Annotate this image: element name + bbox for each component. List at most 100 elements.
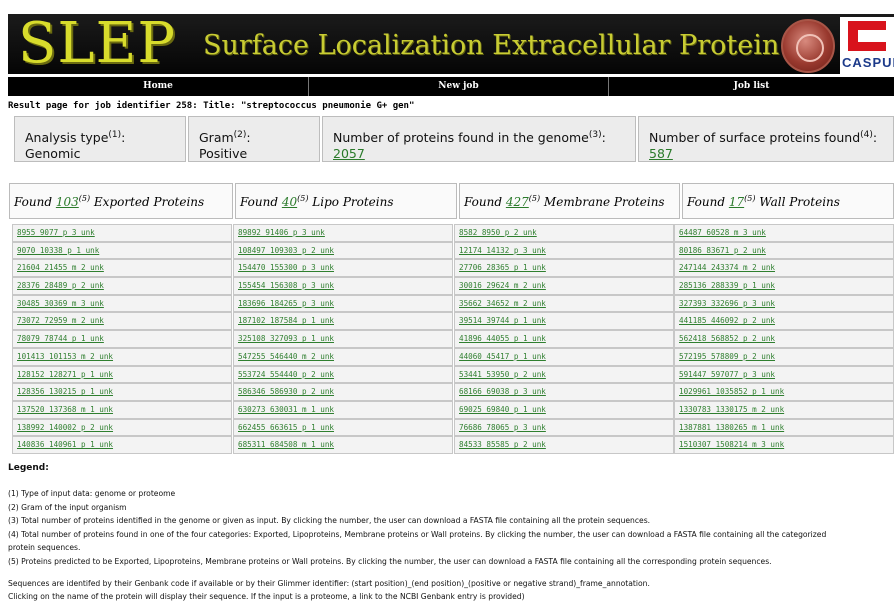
protein-link[interactable]: 27706_28365_p_1_unk [459, 263, 546, 272]
footnote-ref: (5) [297, 194, 309, 203]
label-colon: : [246, 130, 251, 146]
protein-cell: 1029961_1035852_p_1_unk [674, 383, 894, 401]
protein-link[interactable]: 155454_156308_p_3_unk [238, 281, 334, 290]
wall-proteins-list: 64487_60528_m_3_unk 80186_83671_p_2_unk 24… [674, 224, 894, 454]
protein-link[interactable]: 28376_28489_p_2_unk [17, 281, 104, 290]
protein-link[interactable]: 64487_60528_m_3_unk [679, 228, 766, 237]
protein-link[interactable]: 21604_21455_m_2_unk [17, 263, 104, 272]
protein-cell: 12174_14132_p_3_unk [454, 241, 674, 260]
protein-link[interactable]: 562418_568852_p_2_unk [679, 334, 775, 343]
slep-logo: SLEP [18, 14, 177, 74]
protein-cell: 8955_9077_p_3_unk [12, 224, 232, 242]
nav-new-job[interactable]: New job [309, 77, 608, 96]
protein-cell: 247144_243374_m_2_unk [674, 259, 894, 278]
protein-link[interactable]: 327393_332696_p_3_unk [679, 299, 775, 308]
protein-cell: 78079_78744_p_1_unk [12, 330, 232, 348]
protein-link[interactable]: 547255_546440_m_2_unk [238, 352, 334, 361]
protein-link[interactable]: 128152_128271_p_1_unk [17, 370, 113, 379]
protein-link[interactable]: 685311_684508_m_1_unk [238, 440, 334, 449]
protein-cell: 138992_140002_p_2_unk [12, 418, 232, 437]
protein-link[interactable]: 285136_288339_p_1_unk [679, 281, 775, 290]
protein-link[interactable]: 84533_85585_p_2_unk [459, 440, 546, 449]
protein-link[interactable]: 80186_83671_p_2_unk [679, 246, 766, 255]
protein-link[interactable]: 1029961_1035852_p_1_unk [679, 387, 784, 396]
footnote-ref: (5) [744, 194, 756, 203]
protein-link[interactable]: 108497_109303_p_2_unk [238, 246, 334, 255]
legend-line: (3) Total number of proteins identified … [8, 516, 651, 526]
protein-link[interactable]: 154470_155300_p_3_unk [238, 263, 334, 272]
label-colon: : [872, 130, 878, 146]
protein-link[interactable]: 137520_137368_m_1_unk [17, 405, 113, 414]
protein-link[interactable]: 630273_630031_m_1_unk [238, 405, 334, 414]
protein-link[interactable]: 39514_39744_p_1_unk [459, 316, 546, 325]
category-label: Wall Proteins [755, 195, 840, 209]
protein-link[interactable]: 572195_578809_p_2_unk [679, 352, 775, 361]
protein-link[interactable]: 183696_184265_p_3_unk [238, 299, 334, 308]
protein-cell: 84533_85585_p_2_unk [454, 436, 674, 454]
protein-cell: 553724_554440_p_2_unk [233, 365, 453, 384]
protein-link[interactable]: 1510307_1508214_m_3_unk [679, 440, 784, 449]
protein-link[interactable]: 187102_187584_p_1_unk [238, 316, 334, 325]
membrane-proteins-header: Found 427(5) Membrane Proteins [459, 183, 680, 219]
protein-link[interactable]: 138992_140002_p_2_unk [17, 423, 113, 432]
university-seal-icon [781, 19, 835, 73]
protein-link[interactable]: 73072_72959_m_2_unk [17, 316, 104, 325]
caspur-mark-icon [848, 21, 886, 51]
protein-cell: 586346_586930_p_2_unk [233, 383, 453, 401]
protein-cell: 128152_128271_p_1_unk [12, 365, 232, 384]
protein-link[interactable]: 140836_140961_p_1_unk [17, 440, 113, 449]
protein-link[interactable]: 586346_586930_p_2_unk [238, 387, 334, 396]
protein-link[interactable]: 12174_14132_p_3_unk [459, 246, 546, 255]
category-label: Lipo Proteins [308, 195, 394, 209]
protein-link[interactable]: 8955_9077_p_3_unk [17, 228, 95, 237]
wall-count-link[interactable]: 17 [729, 195, 744, 209]
protein-link[interactable]: 89892_91406_p_3_unk [238, 228, 325, 237]
genome-proteins-count-link[interactable]: 2057 [333, 146, 365, 161]
nav-home[interactable]: Home [8, 77, 308, 96]
protein-link[interactable]: 69025_69840_p_1_unk [459, 405, 546, 414]
protein-link[interactable]: 591447_597077_p_3_unk [679, 370, 775, 379]
protein-link[interactable]: 44060_45417_p_1_unk [459, 352, 546, 361]
protein-link[interactable]: 30016_29624_m_2_unk [459, 281, 546, 290]
protein-link[interactable]: 441185_446092_p_2_unk [679, 316, 775, 325]
protein-cell: 41896_44055_p_1_unk [454, 330, 674, 348]
analysis-type-value: Genomic [25, 146, 81, 162]
protein-link[interactable]: 553724_554440_p_2_unk [238, 370, 334, 379]
membrane-count-link[interactable]: 427 [506, 195, 529, 209]
protein-link[interactable]: 1387881_1380265_m_1_unk [679, 423, 784, 432]
exported-count-link[interactable]: 103 [56, 195, 79, 209]
protein-link[interactable]: 9070_10338_p_1_unk [17, 246, 99, 255]
protein-link[interactable]: 53441_53950_p_2_unk [459, 370, 546, 379]
protein-cell: 68166_69038_p_3_unk [454, 383, 674, 401]
protein-link[interactable]: 76686_78065_p_3_unk [459, 423, 546, 432]
lipo-count-link[interactable]: 40 [282, 195, 297, 209]
protein-link[interactable]: 247144_243374_m_2_unk [679, 263, 775, 272]
protein-cell: 1330783_1330175_m_2_unk [674, 400, 894, 419]
analysis-type-label: Analysis type [25, 130, 109, 146]
protein-link[interactable]: 35662_34652_m_2_unk [459, 299, 546, 308]
footnote-ref: (5) [528, 194, 541, 203]
protein-link[interactable]: 325108_327093_p_1_unk [238, 334, 334, 343]
surface-proteins-label: Number of surface proteins found [649, 130, 861, 146]
protein-link[interactable]: 68166_69038_p_3_unk [459, 387, 546, 396]
protein-cell: 89892_91406_p_3_unk [233, 224, 453, 242]
found-prefix: Found [464, 195, 506, 209]
protein-cell: 8582_8950_p_2_unk [454, 224, 674, 242]
protein-link[interactable]: 662455_663615_p_1_unk [238, 423, 334, 432]
nav-bar: Home New job Job list [8, 77, 894, 96]
legend-note: Sequences are identifed by their Genbank… [8, 578, 650, 588]
surface-proteins-count-link[interactable]: 587 [649, 146, 673, 161]
protein-link[interactable]: 30485_30369_m_3_unk [17, 299, 104, 308]
protein-link[interactable]: 41896_44055_p_1_unk [459, 334, 546, 343]
protein-link[interactable]: 101413_101153_m_2_unk [17, 352, 113, 361]
protein-link[interactable]: 1330783_1330175_m_2_unk [679, 405, 784, 414]
legend-note: Clicking on the name of the protein will… [8, 592, 525, 602]
footnote-ref: (2) [233, 130, 247, 140]
protein-cell: 685311_684508_m_1_unk [233, 436, 453, 454]
protein-link[interactable]: 78079_78744_p_1_unk [17, 334, 104, 343]
protein-link[interactable]: 128356_130215_p_1_unk [17, 387, 113, 396]
protein-cell: 562418_568852_p_2_unk [674, 330, 894, 348]
protein-cell: 21604_21455_m_2_unk [12, 259, 232, 278]
protein-link[interactable]: 8582_8950_p_2_unk [459, 228, 537, 237]
nav-job-list[interactable]: Job list [609, 77, 894, 96]
